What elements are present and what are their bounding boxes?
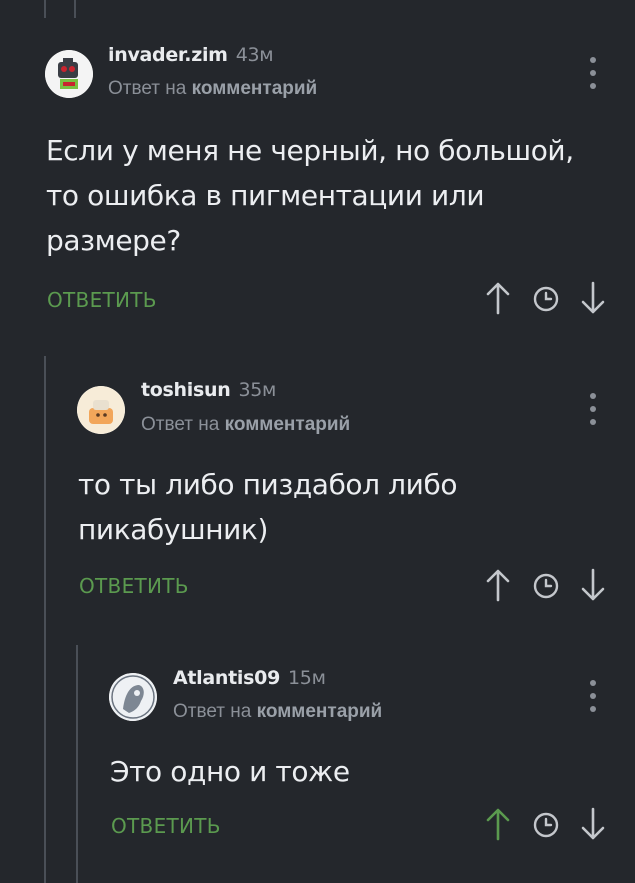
clock-icon[interactable] (533, 286, 559, 312)
avatar[interactable] (77, 386, 125, 434)
comment-text: Если у меня не черный, но большой, то ош… (46, 128, 574, 263)
comment-line: Если у меня не черный, но большой, (46, 134, 574, 167)
username[interactable]: invader.zim 43м (108, 44, 274, 66)
comment-text: то ты либо пиздабол либо пикабушник) (78, 462, 457, 552)
arrow-up-icon[interactable] (485, 568, 511, 602)
arrow-up-icon[interactable] (485, 807, 511, 841)
reply-target-link[interactable]: комментарий (192, 78, 318, 99)
reply-button[interactable]: ОТВЕТИТЬ (47, 288, 157, 312)
reply-prefix: Ответ на (173, 701, 252, 722)
reply-prefix: Ответ на (108, 78, 187, 99)
thread-line (44, 356, 46, 883)
more-vertical-icon[interactable] (588, 57, 598, 89)
comment-line: Это одно и тоже (110, 755, 350, 788)
arrow-down-icon[interactable] (580, 807, 606, 841)
reply-target-link[interactable]: комментарий (257, 701, 383, 722)
comment-line: пикабушник) (78, 513, 268, 546)
comment-line: размере? (46, 224, 181, 257)
comment-line: то ошибка в пигментации или (46, 179, 485, 212)
more-vertical-icon[interactable] (588, 393, 598, 425)
reply-meta: Ответ на комментарий (141, 414, 350, 436)
avatar[interactable] (109, 673, 157, 721)
reply-meta: Ответ на комментарий (173, 701, 382, 723)
clock-icon[interactable] (533, 812, 559, 838)
avatar[interactable] (45, 50, 93, 98)
thread-line (76, 645, 78, 883)
username[interactable]: Atlantis09 15м (173, 667, 326, 689)
timestamp: 35м (238, 379, 277, 401)
timestamp: 15м (288, 667, 326, 689)
thread-line (44, 0, 46, 18)
thread-line (74, 0, 76, 18)
username-text[interactable]: toshisun (141, 379, 231, 401)
more-vertical-icon[interactable] (588, 680, 598, 712)
reply-target-link[interactable]: комментарий (225, 414, 351, 435)
timestamp: 43м (235, 44, 274, 66)
comment-text: Это одно и тоже (110, 749, 350, 794)
arrow-down-icon[interactable] (580, 281, 606, 315)
reply-prefix: Ответ на (141, 414, 220, 435)
clock-icon[interactable] (533, 573, 559, 599)
reply-button[interactable]: ОТВЕТИТЬ (79, 574, 189, 598)
comment-line: то ты либо пиздабол либо (78, 468, 458, 501)
username[interactable]: toshisun 35м (141, 379, 276, 401)
username-text[interactable]: Atlantis09 (173, 667, 280, 689)
reply-button[interactable]: ОТВЕТИТЬ (111, 814, 221, 838)
arrow-down-icon[interactable] (580, 568, 606, 602)
arrow-up-icon[interactable] (485, 281, 511, 315)
reply-meta: Ответ на комментарий (108, 78, 317, 100)
username-text[interactable]: invader.zim (108, 44, 228, 66)
